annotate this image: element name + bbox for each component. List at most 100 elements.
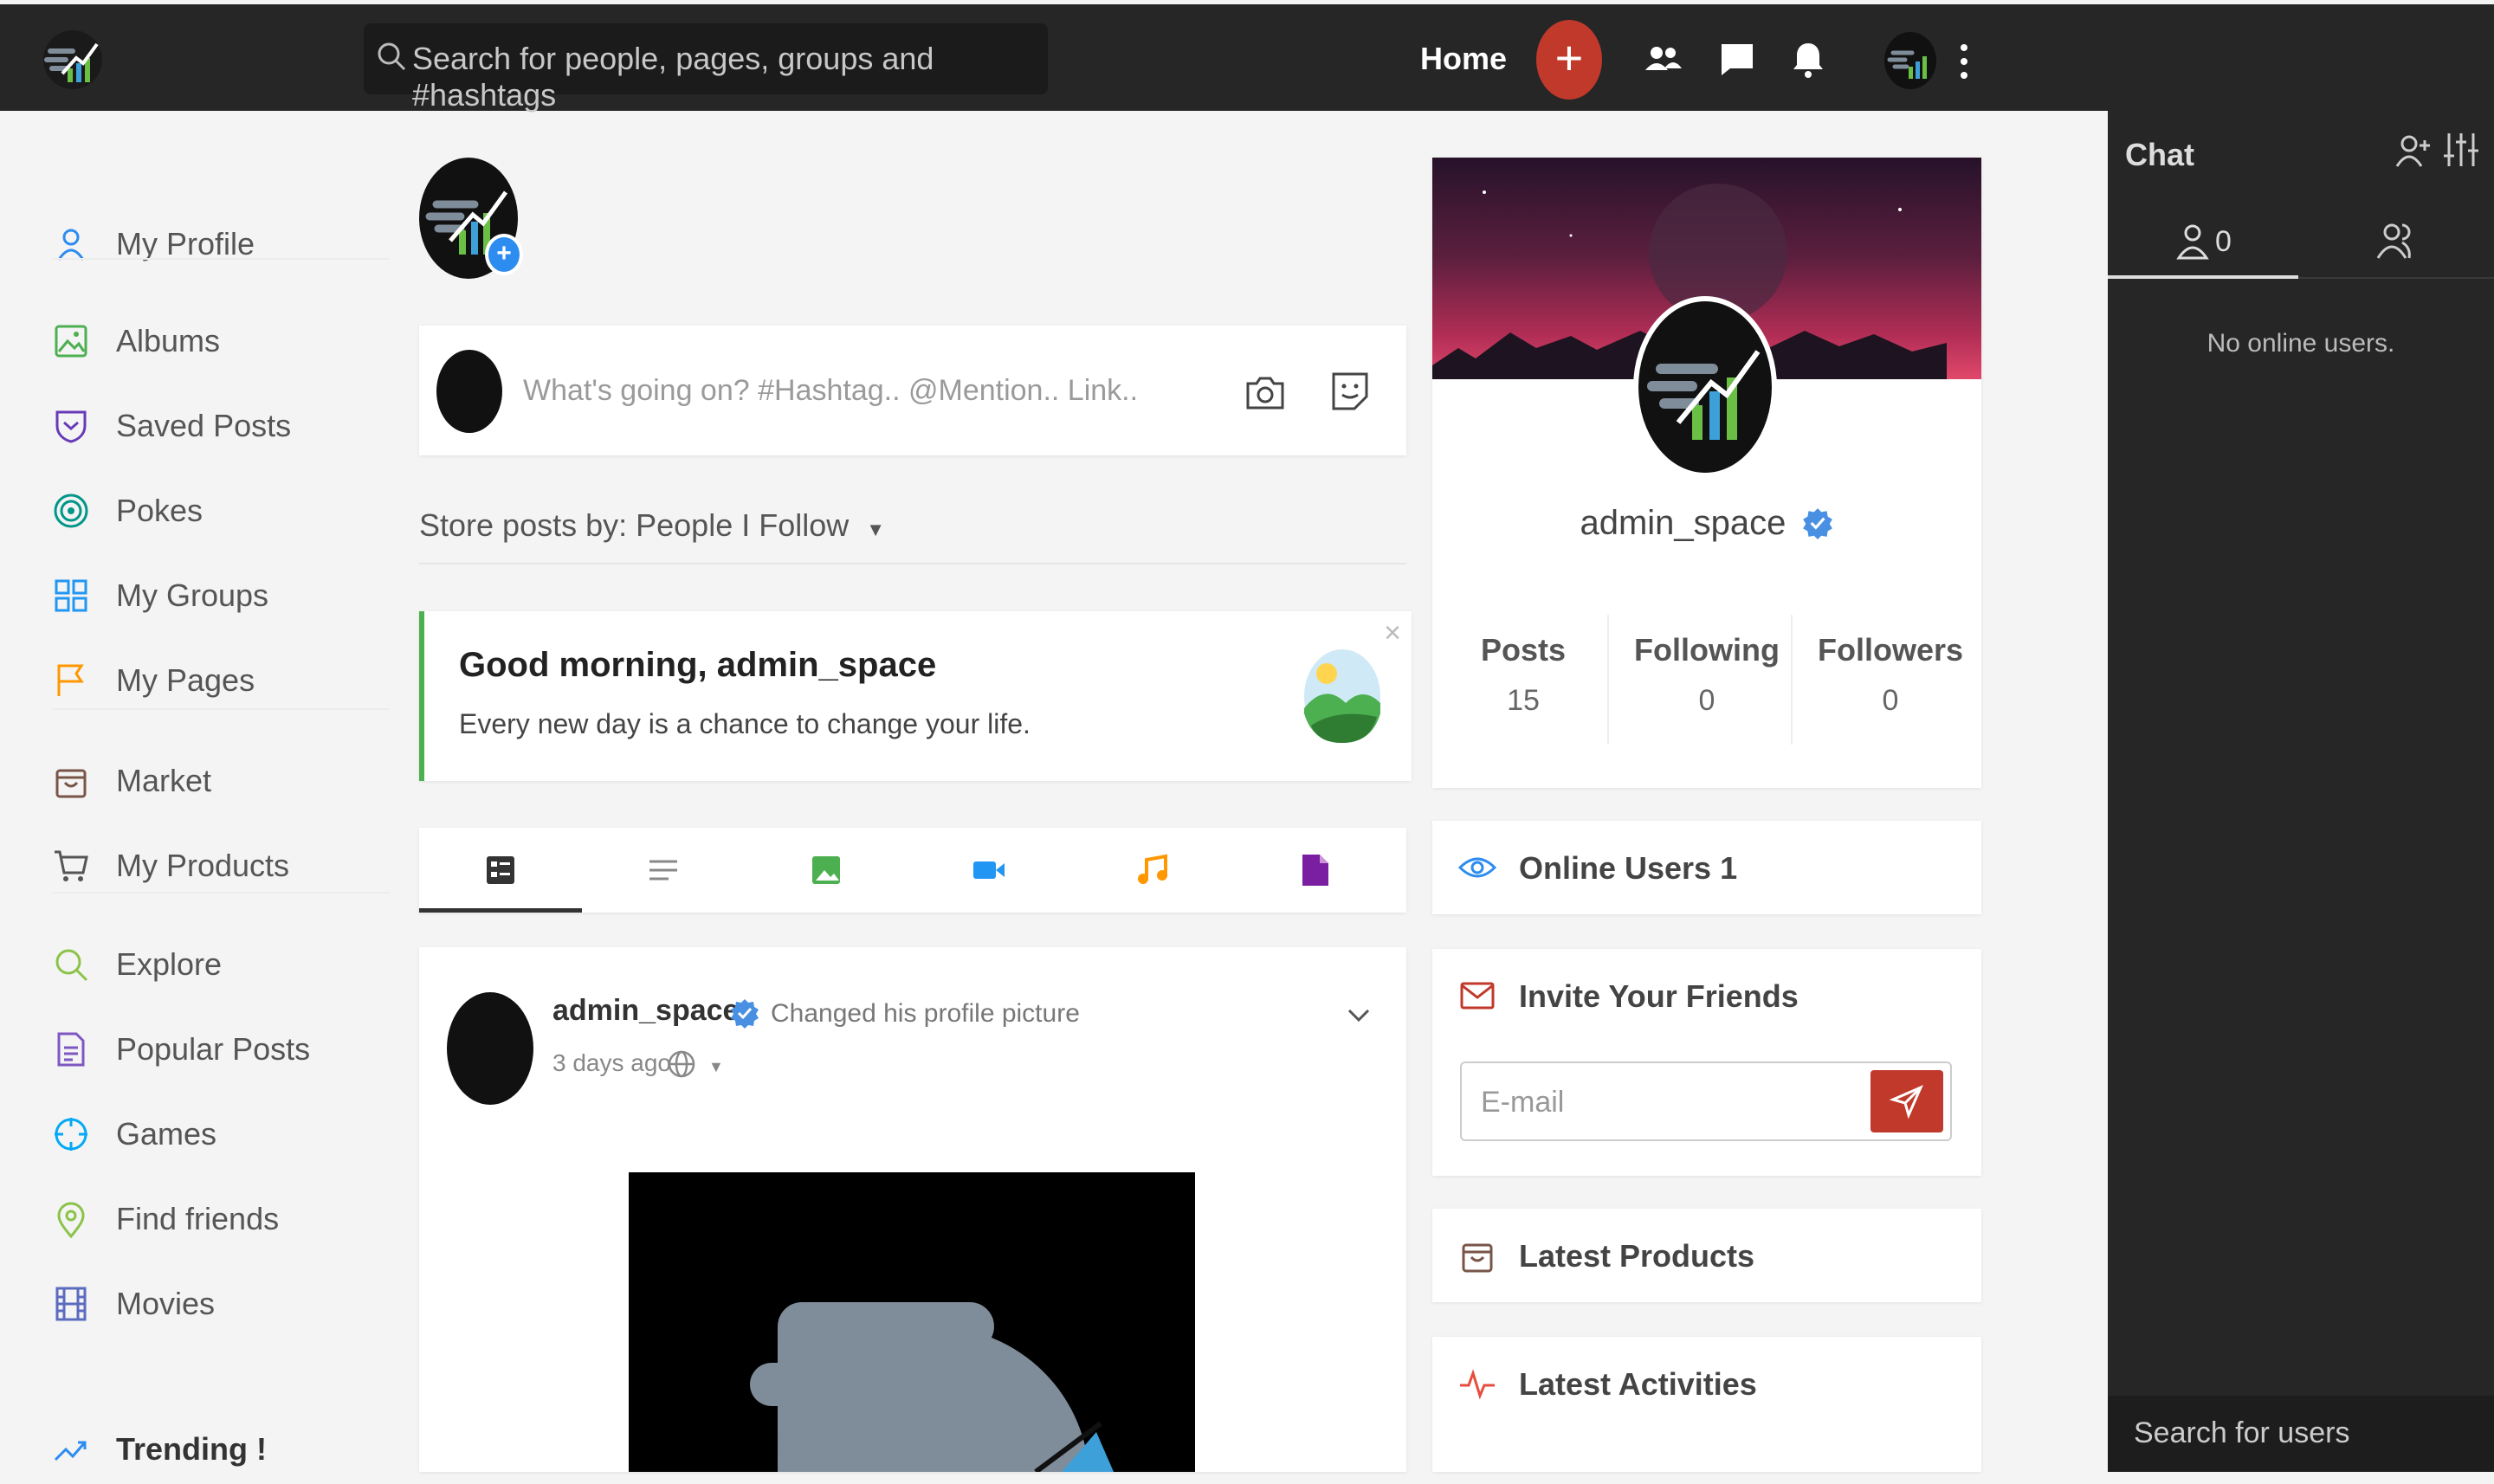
stat-value: 15 [1507, 684, 1540, 717]
stat-value: 0 [1698, 684, 1715, 717]
chat-search-placeholder: Search for users [2134, 1416, 2350, 1449]
chevron-down-icon: ▼ [866, 519, 886, 540]
tab-music[interactable] [1070, 828, 1233, 913]
sidebar-item-label: Popular Posts [116, 1031, 311, 1067]
trending-label: Trending ! [116, 1431, 267, 1467]
map-pin-icon [57, 1202, 85, 1238]
cart-icon [55, 850, 88, 881]
sidebar-item-popular-posts[interactable]: Popular Posts [52, 1015, 390, 1084]
send-icon [1889, 1085, 1923, 1119]
profile-card-name[interactable]: admin_space [1432, 504, 1981, 543]
latest-products-widget[interactable]: Latest Products [1432, 1209, 1981, 1302]
sidebar-item-label: Explore [116, 946, 223, 982]
latest-products-title: Latest Products [1519, 1238, 1755, 1274]
sidebar-item-my-products[interactable]: My Products [52, 831, 390, 900]
sidebar-divider [52, 258, 390, 260]
search-icon [378, 42, 406, 71]
settings-sliders-icon[interactable] [2442, 130, 2480, 170]
globe-icon[interactable] [667, 1049, 696, 1079]
sidebar-item-my-groups[interactable]: My Groups [52, 561, 390, 630]
greeting-card: Good morning, admin_space Every new day … [419, 611, 1412, 781]
camera-icon[interactable] [1244, 371, 1287, 414]
music-icon [1138, 854, 1167, 884]
no-online-users-text: No online users. [2206, 329, 2395, 358]
sidebar-item-label: My Pages [116, 662, 255, 698]
post-image[interactable] [629, 1172, 1195, 1472]
verified-badge-icon [1802, 508, 1832, 539]
sidebar-item-market[interactable]: Market [52, 746, 390, 816]
sidebar-item-pokes[interactable]: Pokes [52, 476, 390, 545]
search-bar[interactable]: Search for people, pages, groups and #ha… [364, 23, 1048, 113]
profile-card-avatar[interactable] [1633, 296, 1777, 478]
publisher-avatar [436, 350, 502, 433]
post-filter-label: Store posts by: People I Follow [419, 507, 850, 543]
chat-tab-divider [2298, 277, 2494, 279]
more-options-icon[interactable] [1959, 41, 1969, 82]
sidebar-item-find-friends[interactable]: Find friends [52, 1184, 390, 1254]
online-users-widget[interactable]: Online Users 1 [1432, 821, 1981, 914]
target-icon [54, 494, 88, 528]
sidebar-item-explore[interactable]: Explore [52, 930, 390, 999]
post-options-chevron-down-icon[interactable] [1344, 1001, 1373, 1030]
close-icon[interactable]: × [1384, 616, 1401, 650]
sidebar-item-my-pages[interactable]: My Pages [52, 646, 390, 715]
change-avatar-button[interactable]: + [485, 234, 523, 275]
sidebar-item-saved-posts[interactable]: Saved Posts [52, 391, 390, 461]
privacy-chevron-down-icon[interactable]: ▼ [708, 1058, 724, 1076]
user-avatar[interactable] [1884, 32, 1936, 89]
create-post-button[interactable]: + [1536, 20, 1602, 100]
sticker-icon[interactable] [1328, 369, 1372, 414]
post-author-name[interactable]: admin_space [552, 994, 739, 1028]
sidebar-item-label: Games [116, 1116, 217, 1152]
stat-posts[interactable]: Posts 15 [1432, 632, 1614, 718]
sidebar-item-label: Saved Posts [116, 408, 292, 443]
send-invite-button[interactable] [1870, 1070, 1943, 1132]
home-link[interactable]: Home [1420, 41, 1507, 77]
notifications-bell-icon[interactable] [1787, 39, 1829, 81]
tab-text[interactable] [582, 828, 745, 913]
site-logo-icon[interactable] [42, 29, 104, 91]
chat-search-input[interactable]: Search for users [2108, 1396, 2494, 1472]
eye-icon [1458, 857, 1496, 878]
stat-followers[interactable]: Followers 0 [1799, 632, 1981, 718]
all-posts-icon [487, 856, 514, 884]
sidebar-trending[interactable]: Trending ! [52, 1415, 390, 1484]
sidebar-item-games[interactable]: Games [52, 1100, 390, 1169]
sidebar-item-movies[interactable]: Movies [52, 1269, 390, 1339]
tab-all-posts[interactable] [419, 828, 582, 913]
post-action-text: Changed his profile picture [771, 999, 1080, 1028]
post-timestamp[interactable]: 3 days ago [552, 1049, 671, 1077]
sidebar-item-label: My Groups [116, 577, 269, 613]
sidebar-item-albums[interactable]: Albums [52, 306, 390, 376]
online-users-title: Online Users 1 [1519, 850, 1738, 886]
stat-label: Following [1634, 632, 1780, 668]
tab-files[interactable] [1233, 828, 1396, 913]
trending-up-icon [54, 1441, 87, 1461]
chat-tab-groups[interactable] [2298, 206, 2494, 275]
messages-icon[interactable] [1716, 39, 1758, 81]
sidebar-item-label: Albums [116, 323, 221, 358]
video-icon [973, 861, 1005, 879]
image-icon [55, 325, 87, 358]
tab-videos[interactable] [908, 828, 1070, 913]
tab-photos[interactable] [745, 828, 908, 913]
friends-icon[interactable] [1642, 39, 1683, 81]
flag-icon [57, 664, 84, 696]
post-author-avatar[interactable] [447, 992, 533, 1105]
verified-badge-icon [731, 999, 759, 1029]
chat-active-tab-indicator [2108, 275, 2298, 279]
chat-tab-online[interactable]: 0 [2108, 206, 2298, 275]
latest-activities-widget[interactable]: Latest Activities [1432, 1337, 1981, 1472]
invite-friends-widget: Invite Your Friends E-mail [1432, 949, 1981, 1176]
profile-username: admin_space [1580, 504, 1787, 542]
shopping-bag-icon [55, 769, 87, 798]
post-filter-dropdown[interactable]: Store posts by: People I Follow ▼ [419, 507, 885, 544]
stat-label: Followers [1817, 632, 1964, 668]
sidebar-item-my-profile[interactable]: My Profile [52, 210, 390, 279]
post-publisher[interactable]: What's going on? #Hashtag.. @Mention.. L… [419, 326, 1406, 455]
stat-following[interactable]: Following 0 [1616, 632, 1798, 718]
invite-friends-title: Invite Your Friends [1519, 978, 1799, 1014]
invite-email-field[interactable]: E-mail [1460, 1061, 1952, 1141]
stat-divider [1607, 615, 1609, 745]
add-user-icon[interactable] [2395, 132, 2433, 170]
